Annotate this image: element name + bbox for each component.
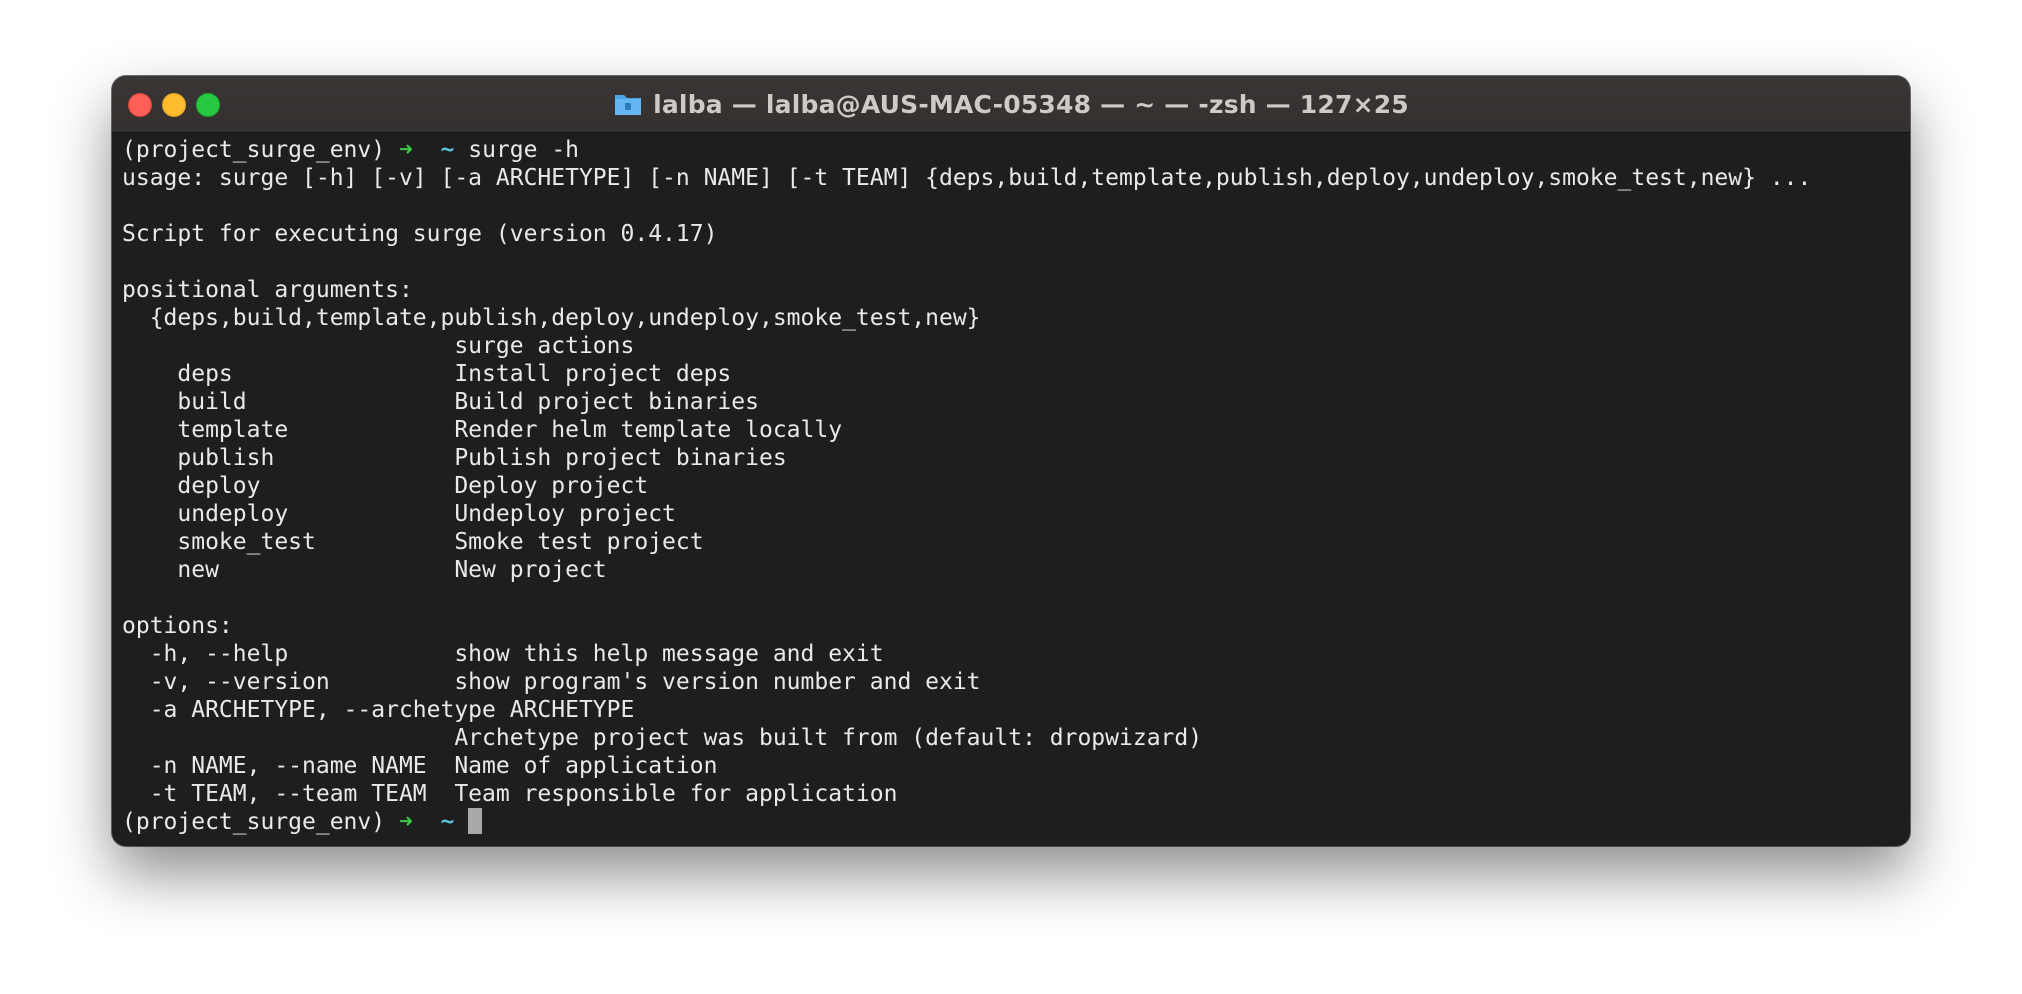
prompt-command: surge -h: [468, 137, 580, 163]
positional-choices: {deps,build,template,publish,deploy,unde…: [122, 305, 981, 331]
terminal-content[interactable]: (project_surge_env) ➜ ~ surge -h usage: …: [122, 132, 1900, 838]
action-new: new New project: [122, 557, 607, 583]
option-archetype-description: Archetype project was built from (defaul…: [122, 725, 1203, 751]
window-title: lalba — lalba@AUS-MAC-05348 — ~ — -zsh —…: [653, 89, 1409, 119]
folder-icon: [615, 95, 642, 115]
prompt-line: (project_surge_env) ➜ ~ surge -h: [122, 136, 1900, 164]
terminal-window: lalba — lalba@AUS-MAC-05348 — ~ — -zsh —…: [112, 76, 1910, 846]
option-archetype: -a ARCHETYPE, --archetype ARCHETYPE: [122, 697, 635, 723]
title-bar[interactable]: lalba — lalba@AUS-MAC-05348 — ~ — -zsh —…: [112, 76, 1910, 133]
prompt-dir: ~: [440, 137, 455, 163]
prompt-dir: ~: [440, 809, 455, 835]
positional-header: positional arguments:: [122, 277, 413, 303]
usage-line: usage: surge [-h] [-v] [-a ARCHETYPE] [-…: [122, 165, 1812, 191]
action-build: build Build project binaries: [122, 389, 759, 415]
action-deploy: deploy Deploy project: [122, 473, 649, 499]
description-line: Script for executing surge (version 0.4.…: [122, 221, 718, 247]
options-header: options:: [122, 613, 233, 639]
action-smoke-test: smoke_test Smoke test project: [122, 529, 704, 555]
option-version: -v, --version show program's version num…: [122, 669, 981, 695]
current-prompt-line[interactable]: (project_surge_env) ➜ ~: [122, 808, 1900, 836]
option-help: -h, --help show this help message and ex…: [122, 641, 884, 667]
action-deps: deps Install project deps: [122, 361, 732, 387]
option-team: -t TEAM, --team TEAM Team responsible fo…: [122, 781, 898, 807]
action-template: template Render helm template locally: [122, 417, 843, 443]
prompt-arrow-icon: ➜: [398, 809, 413, 835]
prompt-env: (project_surge_env): [122, 137, 386, 163]
option-name: -n NAME, --name NAME Name of application: [122, 753, 718, 779]
positional-description: surge actions: [122, 333, 635, 359]
action-publish: publish Publish project binaries: [122, 445, 787, 471]
action-undeploy: undeploy Undeploy project: [122, 501, 676, 527]
window-title-group: lalba — lalba@AUS-MAC-05348 — ~ — -zsh —…: [112, 76, 1910, 132]
text-cursor[interactable]: [468, 808, 483, 834]
prompt-env: (project_surge_env): [122, 809, 386, 835]
prompt-arrow-icon: ➜: [398, 137, 413, 163]
